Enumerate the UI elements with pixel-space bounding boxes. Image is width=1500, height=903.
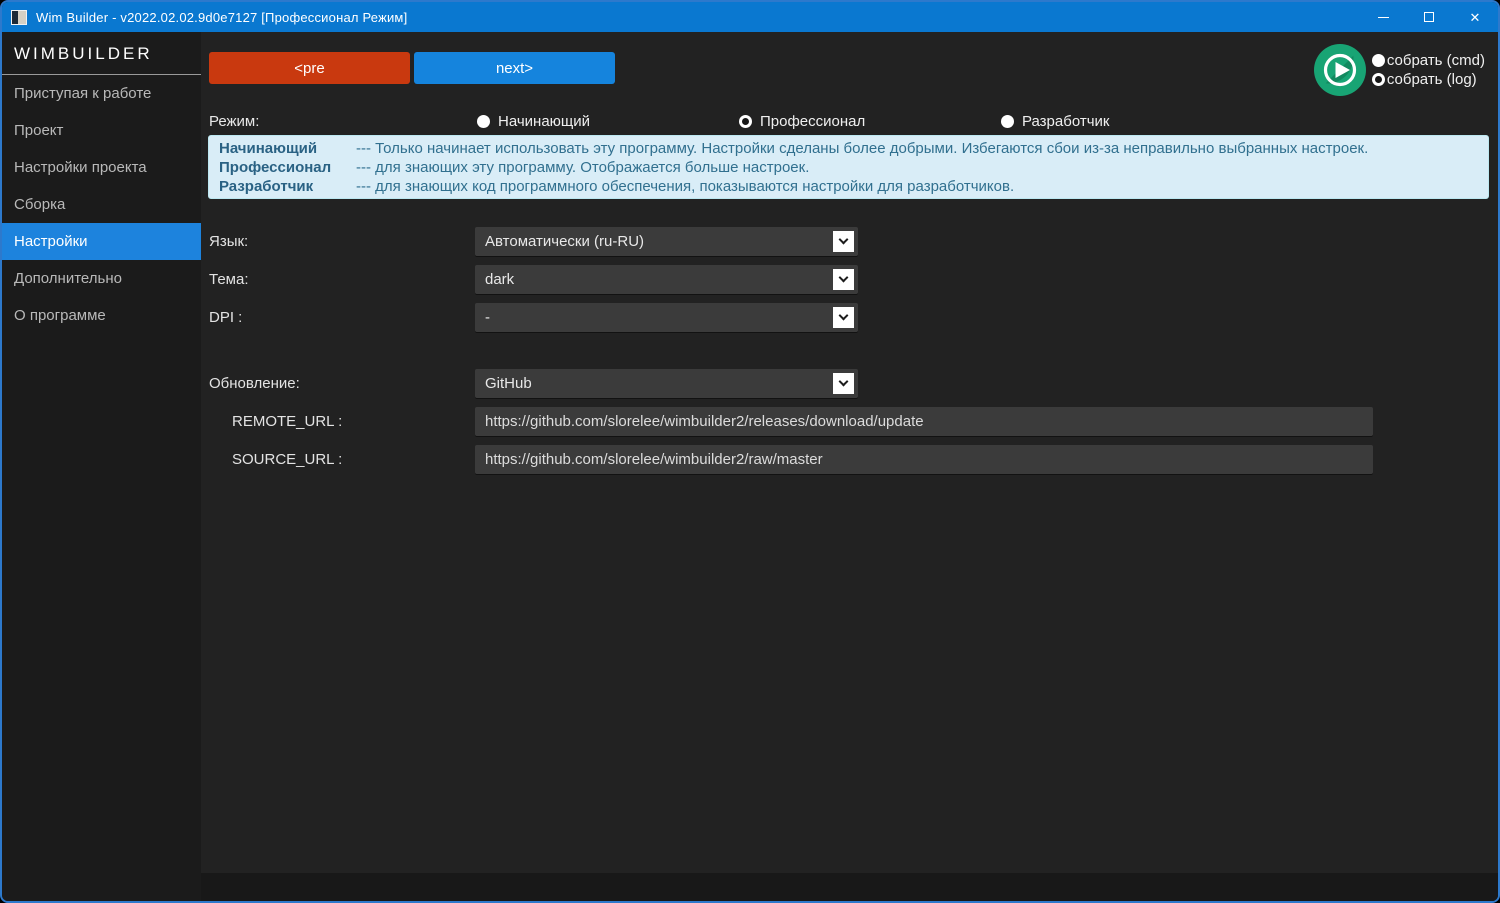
sidebar-item-advanced[interactable]: Дополнительно: [2, 260, 201, 297]
help-term: Начинающий: [219, 139, 356, 158]
mode-option-developer[interactable]: Разработчик: [1001, 113, 1263, 130]
run-option-log[interactable]: собрать (log): [1372, 70, 1485, 89]
sidebar-item-settings[interactable]: Настройки: [2, 223, 201, 260]
run-option-cmd[interactable]: собрать (cmd): [1372, 51, 1485, 70]
radio-icon: [1001, 115, 1014, 128]
window-title: Wim Builder - v2022.02.02.9d0e7127 [Проф…: [36, 10, 1360, 25]
theme-label: Тема:: [209, 271, 475, 288]
source-url-label: SOURCE_URL :: [209, 451, 475, 468]
minimize-button[interactable]: [1360, 2, 1406, 32]
source-url-row: SOURCE_URL :: [209, 445, 1373, 474]
sidebar-item-project-settings[interactable]: Настройки проекта: [2, 149, 201, 186]
language-select[interactable]: Автоматически (ru-RU): [475, 227, 858, 256]
help-desc: --- для знающих код программного обеспеч…: [356, 177, 1014, 196]
sidebar-item-label: Приступая к работе: [14, 85, 151, 102]
mode-option-label: Разработчик: [1022, 113, 1109, 130]
dpi-row: DPI : -: [209, 303, 1373, 332]
close-icon: ✕: [1470, 11, 1481, 24]
dpi-select[interactable]: -: [475, 303, 858, 332]
sidebar-item-label: Сборка: [14, 196, 65, 213]
source-url-input[interactable]: [475, 445, 1373, 474]
sidebar-item-label: Настройки: [14, 233, 88, 250]
mode-option-label: Начинающий: [498, 113, 590, 130]
chevron-down-icon: [833, 269, 854, 290]
radio-icon: [739, 115, 752, 128]
language-row: Язык: Автоматически (ru-RU): [209, 227, 1373, 256]
chevron-down-icon: [833, 307, 854, 328]
sidebar-item-build[interactable]: Сборка: [2, 186, 201, 223]
chevron-down-icon: [833, 231, 854, 252]
app-icon: [11, 10, 27, 25]
chevron-down-icon: [833, 373, 854, 394]
run-option-label: собрать (log): [1387, 71, 1477, 88]
app-brand: WIMBUILDER: [2, 32, 201, 75]
mode-option-beginner[interactable]: Начинающий: [477, 113, 739, 130]
mode-help-box: Начинающий --- Только начинает использов…: [208, 135, 1489, 199]
update-row: Обновление: GitHub: [209, 369, 1373, 398]
update-select-value: GitHub: [485, 375, 532, 392]
run-option-label: собрать (cmd): [1387, 52, 1485, 69]
nav-buttons: <pre next>: [209, 52, 615, 84]
sidebar-item-about[interactable]: О программе: [2, 297, 201, 334]
remote-url-row: REMOTE_URL :: [209, 407, 1373, 436]
close-button[interactable]: ✕: [1452, 2, 1498, 32]
language-select-value: Автоматически (ru-RU): [485, 233, 644, 250]
maximize-icon: [1424, 12, 1434, 22]
help-row-professional: Профессионал --- для знающих эту програм…: [219, 158, 1478, 177]
help-term: Разработчик: [219, 177, 356, 196]
footer-strip: [201, 873, 1498, 901]
sidebar-item-label: Проект: [14, 122, 63, 139]
dpi-label: DPI :: [209, 309, 475, 326]
sidebar-item-label: О программе: [14, 307, 106, 324]
help-row-developer: Разработчик --- для знающих код программ…: [219, 177, 1478, 196]
radio-icon: [1372, 73, 1385, 86]
app-icon-right: [18, 11, 26, 24]
run-options: собрать (cmd) собрать (log): [1372, 51, 1485, 89]
titlebar: Wim Builder - v2022.02.02.9d0e7127 [Проф…: [2, 2, 1498, 32]
app-window: Wim Builder - v2022.02.02.9d0e7127 [Проф…: [0, 0, 1500, 903]
help-desc: --- для знающих эту программу. Отображае…: [356, 158, 809, 177]
theme-select[interactable]: dark: [475, 265, 858, 294]
language-label: Язык:: [209, 233, 475, 250]
help-desc: --- Только начинает использовать эту про…: [356, 139, 1368, 158]
run-play-button[interactable]: [1313, 43, 1367, 97]
run-cluster: собрать (cmd) собрать (log): [1313, 43, 1485, 97]
sidebar-item-label: Настройки проекта: [14, 159, 147, 176]
mode-option-professional[interactable]: Профессионал: [739, 113, 1001, 130]
sidebar: WIMBUILDER Приступая к работе Проект Нас…: [2, 32, 201, 901]
update-select[interactable]: GitHub: [475, 369, 858, 398]
settings-form: Язык: Автоматически (ru-RU) Тема: dark D…: [209, 227, 1373, 483]
update-label: Обновление:: [209, 375, 475, 392]
theme-select-value: dark: [485, 271, 514, 288]
mode-option-label: Профессионал: [760, 113, 865, 130]
radio-icon: [477, 115, 490, 128]
next-button[interactable]: next>: [414, 52, 615, 84]
remote-url-input[interactable]: [475, 407, 1373, 436]
dpi-select-value: -: [485, 309, 490, 326]
prev-button[interactable]: <pre: [209, 52, 410, 84]
mode-label: Режим:: [209, 113, 477, 130]
help-row-beginner: Начинающий --- Только начинает использов…: [219, 139, 1478, 158]
theme-row: Тема: dark: [209, 265, 1373, 294]
radio-icon: [1372, 54, 1385, 67]
sidebar-item-label: Дополнительно: [14, 270, 122, 287]
sidebar-item-project[interactable]: Проект: [2, 112, 201, 149]
minimize-icon: [1378, 17, 1389, 18]
sidebar-item-getting-started[interactable]: Приступая к работе: [2, 75, 201, 112]
mode-row: Режим: Начинающий Профессионал Разработч…: [209, 112, 1490, 130]
maximize-button[interactable]: [1406, 2, 1452, 32]
remote-url-label: REMOTE_URL :: [209, 413, 475, 430]
main-content: <pre next> собрать (cmd): [201, 32, 1498, 901]
help-term: Профессионал: [219, 158, 356, 177]
